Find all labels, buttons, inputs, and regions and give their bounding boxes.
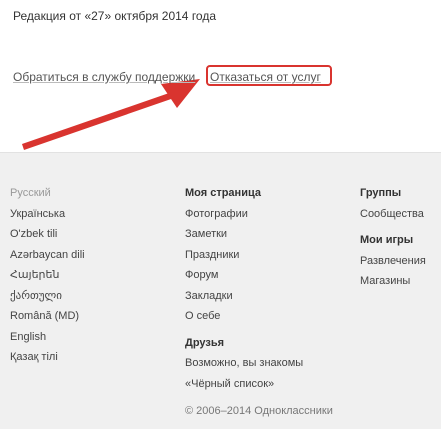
communities-link[interactable]: Сообщества — [360, 204, 426, 225]
language-ukrainian[interactable]: Українська — [10, 204, 85, 225]
language-current: Русский — [10, 187, 51, 199]
language-armenian[interactable]: Հայերեն — [10, 265, 85, 286]
language-kazakh[interactable]: Қазақ тілі — [10, 347, 85, 368]
maybe-you-know-link[interactable]: Возможно, вы знакомы — [185, 353, 303, 374]
my-games-heading[interactable]: Мои игры — [360, 230, 426, 251]
language-english[interactable]: English — [10, 327, 85, 348]
language-azerbaijani[interactable]: Azərbaycan dili — [10, 245, 85, 266]
language-uzbek[interactable]: O'zbek tili — [10, 224, 85, 245]
groups-games-column: Группы Сообщества Мои игры Развлечения М… — [360, 183, 426, 292]
blacklist-link[interactable]: «Чёрный список» — [185, 374, 303, 395]
my-page-column: Моя страница Фотографии Заметки Праздник… — [185, 183, 303, 394]
groups-heading[interactable]: Группы — [360, 183, 426, 204]
my-page-heading[interactable]: Моя страница — [185, 183, 303, 204]
content-area: Редакция от «27» октября 2014 года Обрат… — [0, 0, 441, 152]
cancel-services-link[interactable]: Отказаться от услуг — [210, 70, 321, 84]
footer: Русский Українська O'zbek tili Azərbayca… — [0, 152, 441, 429]
language-romanian-md[interactable]: Română (MD) — [10, 306, 85, 327]
entertainment-link[interactable]: Развлечения — [360, 251, 426, 272]
contact-support-link[interactable]: Обратиться в службу поддержки — [13, 70, 195, 84]
friends-heading[interactable]: Друзья — [185, 333, 303, 354]
language-list: Русский Українська O'zbek tili Azərbayca… — [10, 183, 85, 368]
bookmarks-link[interactable]: Закладки — [185, 286, 303, 307]
forum-link[interactable]: Форум — [185, 265, 303, 286]
copyright: © 2006–2014 Одноклассники — [185, 405, 333, 417]
about-link[interactable]: О себе — [185, 306, 303, 327]
shops-link[interactable]: Магазины — [360, 271, 426, 292]
notes-link[interactable]: Заметки — [185, 224, 303, 245]
photos-link[interactable]: Фотографии — [185, 204, 303, 225]
holidays-link[interactable]: Праздники — [185, 245, 303, 266]
language-georgian[interactable]: ქართული — [10, 286, 85, 307]
